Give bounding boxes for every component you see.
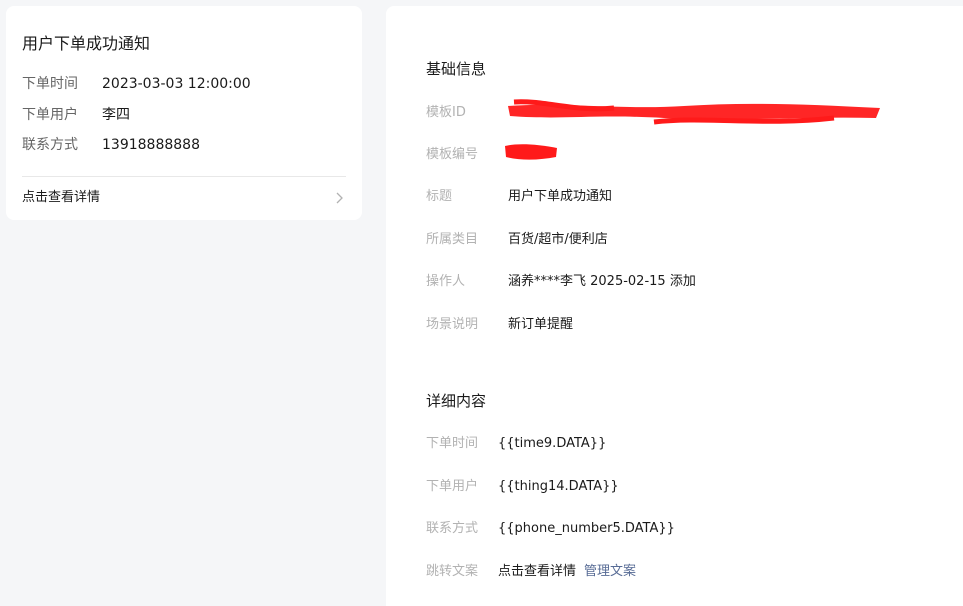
chevron-right-icon (336, 192, 343, 204)
detail-label: 联系方式 (426, 521, 479, 536)
scene-label: 场景说明 (426, 317, 479, 332)
scene-value: 新订单提醒 (508, 317, 574, 332)
jump-value-group: 点击查看详情 管理文案 (498, 562, 636, 582)
detail-value: {{thing14.DATA}} (498, 479, 619, 494)
operator-value: 涵养****李飞 2025-02-15 添加 (508, 274, 696, 289)
redaction-mark (505, 144, 557, 160)
title-value: 用户下单成功通知 (508, 189, 613, 204)
preview-label: 下单用户 (22, 107, 78, 123)
operator-label: 操作人 (426, 274, 466, 289)
manage-copy-link[interactable]: 管理文案 (584, 564, 636, 579)
preview-label: 联系方式 (22, 137, 78, 153)
view-details-link[interactable]: 点击查看详情 (22, 188, 346, 208)
jump-label: 跳转文案 (426, 564, 479, 579)
detail-content-heading: 详细内容 (426, 392, 487, 410)
preview-label: 下单时间 (22, 76, 78, 92)
redaction-mark (508, 99, 880, 125)
preview-value: 李四 (102, 107, 130, 123)
detail-value: {{phone_number5.DATA}} (498, 521, 675, 536)
title-label: 标题 (426, 189, 453, 204)
message-preview-card: 用户下单成功通知 下单时间 2023-03-03 12:00:00 下单用户 李… (6, 6, 362, 220)
detail-label: 下单用户 (426, 479, 479, 494)
category-label: 所属类目 (426, 232, 479, 247)
view-details-label: 点击查看详情 (22, 190, 101, 205)
category-value: 百货/超市/便利店 (508, 232, 608, 247)
template-number-label: 模板编号 (426, 147, 479, 162)
preview-value: 13918888888 (102, 137, 200, 153)
detail-label: 下单时间 (426, 436, 479, 451)
jump-value: 点击查看详情 (498, 564, 577, 579)
detail-value: {{time9.DATA}} (498, 436, 607, 451)
basic-info-heading: 基础信息 (426, 60, 487, 78)
template-detail-panel: 基础信息 模板ID 模板编号 标题 用户下单成功通知 所属类目 百货/超市/便利… (386, 6, 963, 606)
preview-divider (22, 176, 346, 177)
preview-value: 2023-03-03 12:00:00 (102, 76, 251, 92)
preview-title: 用户下单成功通知 (22, 34, 151, 53)
template-id-label: 模板ID (426, 105, 466, 120)
